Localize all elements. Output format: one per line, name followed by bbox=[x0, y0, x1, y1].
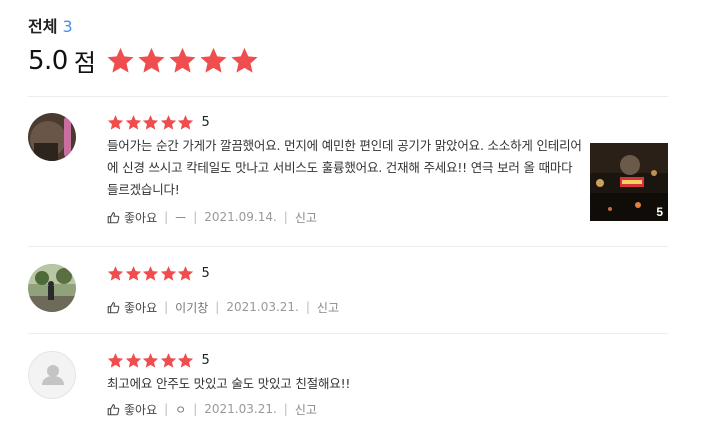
review-text: 들어가는 순간 가게가 깔끔했어요. 먼지에 예민한 편인데 공기가 맑았어요.… bbox=[107, 138, 582, 197]
review-author: ㅇ bbox=[175, 402, 187, 417]
divider bbox=[28, 333, 668, 334]
review-author: 이기창 bbox=[175, 300, 209, 315]
like-button[interactable]: 좋아요 bbox=[107, 299, 157, 316]
separator: | bbox=[283, 210, 288, 224]
thumbs-up-icon bbox=[107, 211, 120, 223]
star-icon bbox=[107, 114, 124, 130]
review-count: 3 bbox=[62, 17, 73, 36]
average-star-rating bbox=[106, 46, 261, 75]
average-rating: 5.0 점 bbox=[28, 43, 261, 78]
review-date: 2021.03.21. bbox=[226, 300, 299, 314]
star-icon bbox=[160, 265, 176, 281]
star-icon bbox=[160, 114, 176, 130]
separator: | bbox=[193, 210, 198, 224]
thumbs-up-icon bbox=[107, 403, 120, 415]
avatar[interactable] bbox=[28, 264, 76, 312]
star-icon bbox=[200, 47, 227, 73]
star-icon bbox=[160, 352, 176, 368]
star-icon bbox=[142, 352, 159, 368]
review-author: ㅡ bbox=[175, 210, 187, 225]
avatar[interactable] bbox=[28, 351, 76, 399]
review-item: 5 들어가는 순간 가게가 깔끔했어요. 먼지에 예민한 편인데 공기가 맑았어… bbox=[28, 113, 668, 228]
average-rating-value: 5.0 bbox=[28, 45, 68, 76]
review-date: 2021.03.21. bbox=[204, 402, 277, 416]
review-star-rating: 5 bbox=[107, 264, 339, 282]
rating-unit: 점 bbox=[73, 49, 96, 77]
separator: | bbox=[164, 210, 169, 224]
review-score: 5 bbox=[201, 265, 210, 281]
divider bbox=[28, 246, 668, 247]
review-meta: 좋아요 | 이기창 | 2021.03.21. | 신고 bbox=[107, 298, 339, 316]
review-photo-thumbnail[interactable]: 5 bbox=[590, 143, 668, 221]
star-icon bbox=[177, 265, 194, 281]
separator: | bbox=[164, 300, 169, 314]
report-link[interactable]: 신고 bbox=[295, 209, 317, 226]
star-icon bbox=[142, 114, 159, 130]
star-icon bbox=[125, 114, 141, 130]
separator: | bbox=[164, 402, 169, 416]
like-label: 좋아요 bbox=[124, 300, 158, 315]
star-icon bbox=[169, 47, 196, 73]
star-icon bbox=[177, 114, 194, 130]
user-photo-icon bbox=[28, 264, 76, 312]
report-link[interactable]: 신고 bbox=[317, 299, 339, 316]
like-button[interactable]: 좋아요 bbox=[107, 401, 157, 418]
thumbs-up-icon bbox=[107, 301, 120, 313]
divider bbox=[28, 96, 668, 97]
star-icon bbox=[107, 352, 124, 368]
star-icon bbox=[177, 352, 194, 368]
star-icon bbox=[107, 265, 124, 281]
separator: | bbox=[283, 402, 288, 416]
star-icon bbox=[125, 352, 141, 368]
review-total-label: 전체 bbox=[28, 17, 58, 36]
separator: | bbox=[305, 300, 310, 314]
review-score: 5 bbox=[201, 114, 210, 130]
default-user-icon bbox=[42, 365, 64, 385]
star-icon bbox=[231, 47, 258, 73]
star-icon bbox=[125, 265, 141, 281]
review-date: 2021.09.14. bbox=[204, 210, 277, 224]
review-meta: 좋아요 | ㅇ | 2021.03.21. | 신고 bbox=[107, 400, 582, 418]
review-total-heading: 전체 3 bbox=[28, 13, 73, 37]
review-star-rating: 5 bbox=[107, 351, 582, 369]
separator: | bbox=[215, 300, 220, 314]
like-button[interactable]: 좋아요 bbox=[107, 209, 157, 226]
photo-count: 5 bbox=[656, 205, 663, 219]
review-item: 5 최고에요 안주도 맛있고 술도 맛있고 친절해요!! 좋아요 | ㅇ | 2… bbox=[28, 351, 668, 426]
avatar[interactable] bbox=[28, 113, 76, 161]
review-score: 5 bbox=[201, 352, 210, 368]
user-photo-icon bbox=[28, 113, 76, 161]
star-icon bbox=[142, 265, 159, 281]
review-meta: 좋아요 | ㅡ | 2021.09.14. | 신고 bbox=[107, 208, 582, 226]
like-label: 좋아요 bbox=[124, 210, 158, 225]
separator: | bbox=[193, 402, 198, 416]
star-icon bbox=[138, 47, 165, 73]
review-text: 최고에요 안주도 맛있고 술도 맛있고 친절해요!! bbox=[107, 376, 351, 391]
review-star-rating: 5 bbox=[107, 113, 582, 131]
like-label: 좋아요 bbox=[124, 402, 158, 417]
review-item: 5 좋아요 | 이기창 | 2021.03.21. | 신고 bbox=[28, 264, 668, 319]
star-icon bbox=[107, 47, 134, 73]
report-link[interactable]: 신고 bbox=[295, 401, 317, 418]
